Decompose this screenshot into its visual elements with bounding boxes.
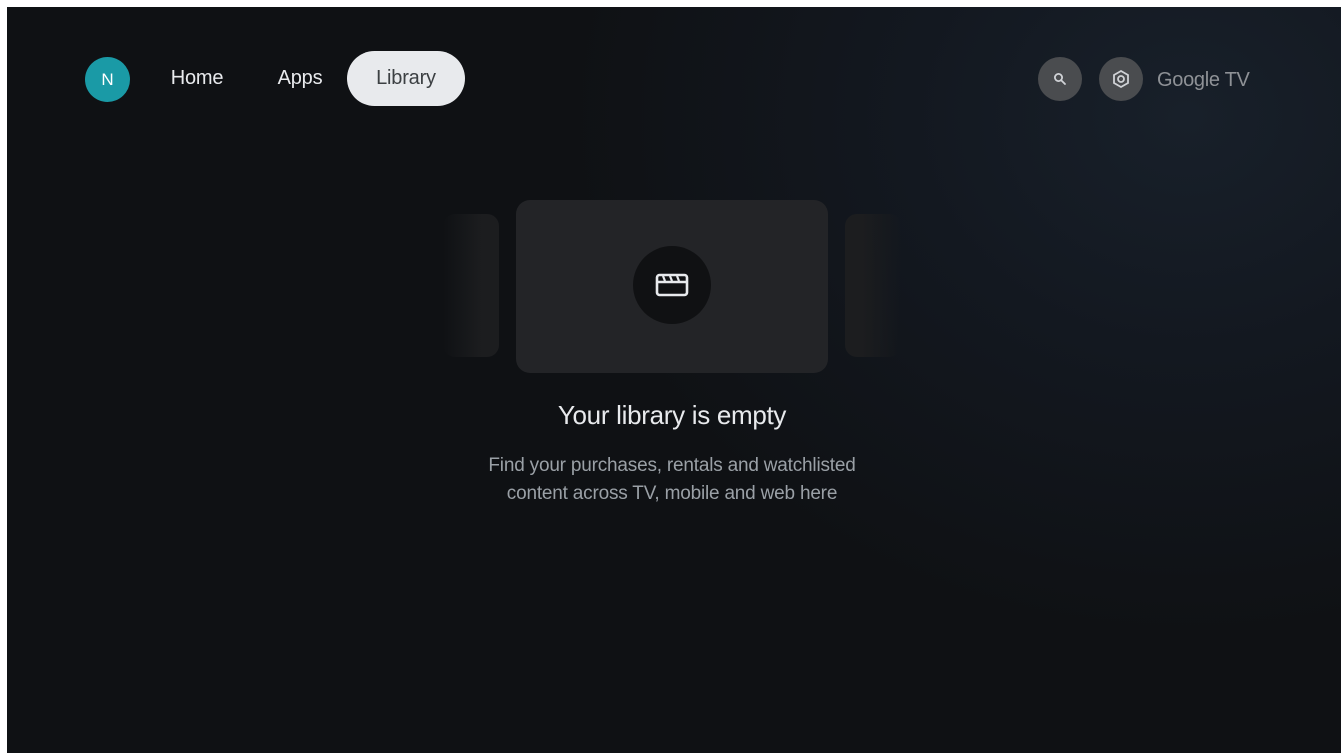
google-tv-screen: N Home Apps Library Google TV Your libra… [7, 7, 1341, 753]
settings-button[interactable] [1099, 57, 1143, 101]
empty-library-subtitle: Find your purchases, rentals and watchli… [7, 452, 1337, 508]
search-button[interactable] [1038, 57, 1082, 101]
clapperboard-icon [655, 273, 689, 297]
card-icon-circle [633, 246, 711, 324]
profile-avatar[interactable]: N [85, 57, 130, 102]
brand-logo: Google TV [1157, 68, 1250, 91]
subtitle-line-1: Find your purchases, rentals and watchli… [488, 455, 856, 476]
subtitle-line-2: content across TV, mobile and web here [506, 483, 838, 504]
tab-apps[interactable]: Apps [260, 51, 340, 106]
tab-home[interactable]: Home [155, 51, 239, 106]
empty-library-title: Your library is empty [557, 400, 787, 430]
placeholder-card-left [443, 214, 499, 357]
gear-icon [1113, 69, 1129, 89]
empty-library-card [516, 200, 828, 373]
tab-library[interactable]: Library [347, 51, 465, 106]
top-navigation: N Home Apps Library Google TV [7, 7, 1341, 157]
placeholder-card-right [845, 214, 901, 357]
search-icon [1054, 73, 1066, 85]
